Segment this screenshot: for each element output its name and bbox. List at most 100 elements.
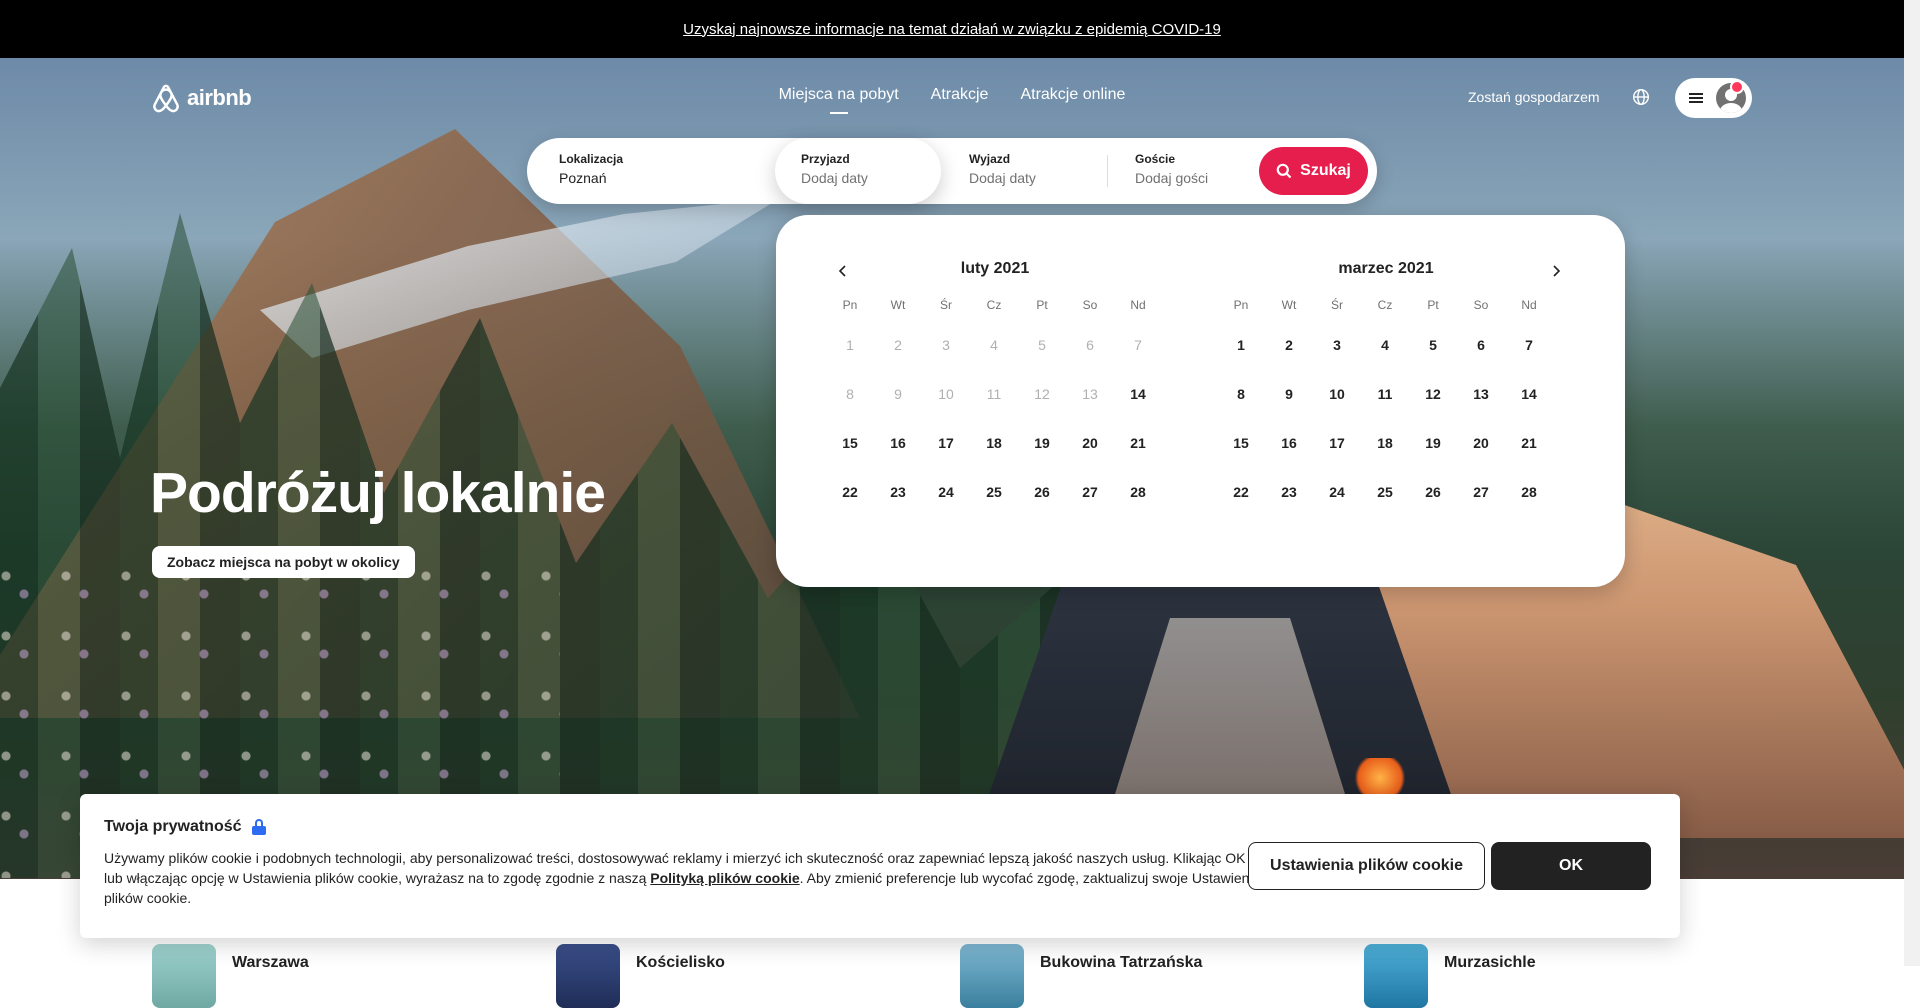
date-picker: luty 2021 Pn Wt Śr Cz Pt So Nd 123456789… bbox=[776, 215, 1625, 587]
lock-icon bbox=[251, 819, 266, 835]
location-field[interactable]: Lokalizacja Poznań bbox=[527, 138, 774, 204]
calendar-day[interactable]: 13 bbox=[1457, 369, 1505, 418]
search-bar: Lokalizacja Poznań Przyjazd Dodaj daty W… bbox=[527, 138, 1377, 204]
location-value[interactable]: Poznań bbox=[559, 170, 774, 186]
calendar-day[interactable]: 14 bbox=[1114, 369, 1162, 418]
calendar-day[interactable]: 24 bbox=[922, 467, 970, 516]
calendar-day[interactable]: 21 bbox=[1114, 418, 1162, 467]
destination-thumbnail bbox=[1364, 944, 1428, 1008]
search-button[interactable]: Szukaj bbox=[1259, 147, 1368, 195]
checkin-field[interactable]: Przyjazd Dodaj daty bbox=[775, 138, 941, 204]
cookie-policy-link[interactable]: Polityką plików cookie bbox=[650, 870, 799, 886]
calendar-day[interactable]: 15 bbox=[826, 418, 874, 467]
calendar-day: 7 bbox=[1134, 336, 1142, 353]
calendar-day: 3 bbox=[942, 336, 950, 353]
calendar-day[interactable]: 7 bbox=[1505, 320, 1553, 369]
weekday: Nd bbox=[1130, 298, 1146, 312]
calendar-day[interactable]: 28 bbox=[1114, 467, 1162, 516]
nearby-stays-button[interactable]: Zobacz miejsca na pobyt w okolicy bbox=[152, 546, 415, 578]
weekday: Śr bbox=[940, 298, 952, 312]
calendar-day[interactable]: 12 bbox=[1409, 369, 1457, 418]
guests-placeholder: Dodaj gości bbox=[1135, 170, 1209, 186]
calendar-day[interactable]: 23 bbox=[874, 467, 922, 516]
calendar-day[interactable]: 26 bbox=[1409, 467, 1457, 516]
tab-stays[interactable]: Miejsca na pobyt bbox=[779, 86, 899, 114]
guests-field[interactable]: Goście Dodaj gości bbox=[1107, 138, 1257, 204]
calendar-day[interactable]: 18 bbox=[1361, 418, 1409, 467]
calendar-day[interactable]: 11 bbox=[1361, 369, 1409, 418]
cookie-description: Używamy plików cookie i podobnych techno… bbox=[104, 848, 1264, 908]
weekday: Pt bbox=[1036, 298, 1048, 312]
destination-name: Kościelisko bbox=[636, 954, 725, 971]
calendar-day: 2 bbox=[894, 336, 902, 353]
calendar-day[interactable]: 19 bbox=[1018, 418, 1066, 467]
calendar-day[interactable]: 17 bbox=[1313, 418, 1361, 467]
calendar-day[interactable]: 17 bbox=[922, 418, 970, 467]
destination-thumbnail bbox=[152, 944, 216, 1008]
calendar-day[interactable]: 20 bbox=[1457, 418, 1505, 467]
calendar-day[interactable]: 15 bbox=[1217, 418, 1265, 467]
covid-banner: Uzyskaj najnowsze informacje na temat dz… bbox=[0, 0, 1904, 58]
calendar-day[interactable]: 8 bbox=[1217, 369, 1265, 418]
calendar-day[interactable]: 18 bbox=[970, 418, 1018, 467]
destination-item[interactable]: Bukowina Tatrzańska bbox=[960, 944, 1202, 1008]
cookie-consent-banner: Twoja prywatność Używamy plików cookie i… bbox=[80, 794, 1680, 938]
main-nav: Miejsca na pobyt Atrakcje Atrakcje onlin… bbox=[0, 86, 1904, 114]
calendar-day[interactable]: 16 bbox=[874, 418, 922, 467]
cookie-settings-button[interactable]: Ustawienia plików cookie bbox=[1248, 842, 1485, 890]
destination-list: Warszawa Kościelisko Bukowina Tatrzańska… bbox=[152, 944, 1904, 1008]
globe-icon[interactable] bbox=[1632, 88, 1650, 106]
calendar-day[interactable]: 28 bbox=[1505, 467, 1553, 516]
destination-name: Warszawa bbox=[232, 954, 309, 971]
calendar-day[interactable]: 3 bbox=[1313, 320, 1361, 369]
calendar-day[interactable]: 25 bbox=[1361, 467, 1409, 516]
calendar-day[interactable]: 25 bbox=[970, 467, 1018, 516]
destination-item[interactable]: Warszawa bbox=[152, 944, 309, 1008]
calendar-day[interactable]: 21 bbox=[1505, 418, 1553, 467]
checkout-field[interactable]: Wyjazd Dodaj daty bbox=[941, 138, 1107, 204]
calendar-day: 6 bbox=[1086, 336, 1094, 353]
calendar-day[interactable]: 4 bbox=[1361, 320, 1409, 369]
calendar-day[interactable]: 5 bbox=[1409, 320, 1457, 369]
calendar-day[interactable]: 26 bbox=[1018, 467, 1066, 516]
calendar-day[interactable]: 19 bbox=[1409, 418, 1457, 467]
month-title: luty 2021 bbox=[960, 260, 1030, 277]
destination-item[interactable]: Kościelisko bbox=[556, 944, 725, 1008]
covid-info-link[interactable]: Uzyskaj najnowsze informacje na temat dz… bbox=[683, 21, 1221, 38]
calendar-day[interactable]: 20 bbox=[1066, 418, 1114, 467]
cookie-title-text: Twoja prywatność bbox=[104, 818, 242, 835]
weekday: Pt bbox=[1427, 298, 1439, 312]
calendar-day[interactable]: 16 bbox=[1265, 418, 1313, 467]
checkout-label: Wyjazd bbox=[969, 152, 1011, 166]
become-host-link[interactable]: Zostań gospodarzem bbox=[1468, 89, 1600, 105]
tab-experiences[interactable]: Atrakcje bbox=[931, 86, 989, 114]
calendar-day[interactable]: 24 bbox=[1313, 467, 1361, 516]
notification-dot bbox=[1730, 80, 1744, 94]
cookie-title: Twoja prywatność bbox=[104, 818, 266, 836]
tab-online-experiences[interactable]: Atrakcje online bbox=[1020, 86, 1125, 114]
calendar-day[interactable]: 22 bbox=[1217, 467, 1265, 516]
calendar-day[interactable]: 2 bbox=[1265, 320, 1313, 369]
calendar-day[interactable]: 1 bbox=[1217, 320, 1265, 369]
page-scrollbar[interactable] bbox=[1904, 0, 1920, 966]
checkin-label: Przyjazd bbox=[801, 152, 850, 166]
campfire bbox=[1350, 758, 1410, 798]
calendar-day[interactable]: 10 bbox=[1313, 369, 1361, 418]
calendar-day: 12 bbox=[1034, 385, 1050, 402]
user-menu-button[interactable] bbox=[1675, 78, 1752, 118]
weekday: Śr bbox=[1331, 298, 1343, 312]
calendar-day[interactable]: 14 bbox=[1505, 369, 1553, 418]
search-button-label: Szukaj bbox=[1300, 162, 1351, 179]
calendar-day: 11 bbox=[986, 385, 1002, 402]
calendar-day[interactable]: 27 bbox=[1066, 467, 1114, 516]
destination-item[interactable]: Murzasichle bbox=[1364, 944, 1536, 1008]
checkout-placeholder: Dodaj daty bbox=[969, 170, 1036, 186]
destination-name: Bukowina Tatrzańska bbox=[1040, 954, 1203, 971]
calendar-day[interactable]: 9 bbox=[1265, 369, 1313, 418]
calendar-day[interactable]: 22 bbox=[826, 467, 874, 516]
calendar-day[interactable]: 23 bbox=[1265, 467, 1313, 516]
calendar-day[interactable]: 6 bbox=[1457, 320, 1505, 369]
calendar-day[interactable]: 27 bbox=[1457, 467, 1505, 516]
weekday: So bbox=[1082, 298, 1098, 312]
cookie-ok-button[interactable]: OK bbox=[1491, 842, 1651, 890]
